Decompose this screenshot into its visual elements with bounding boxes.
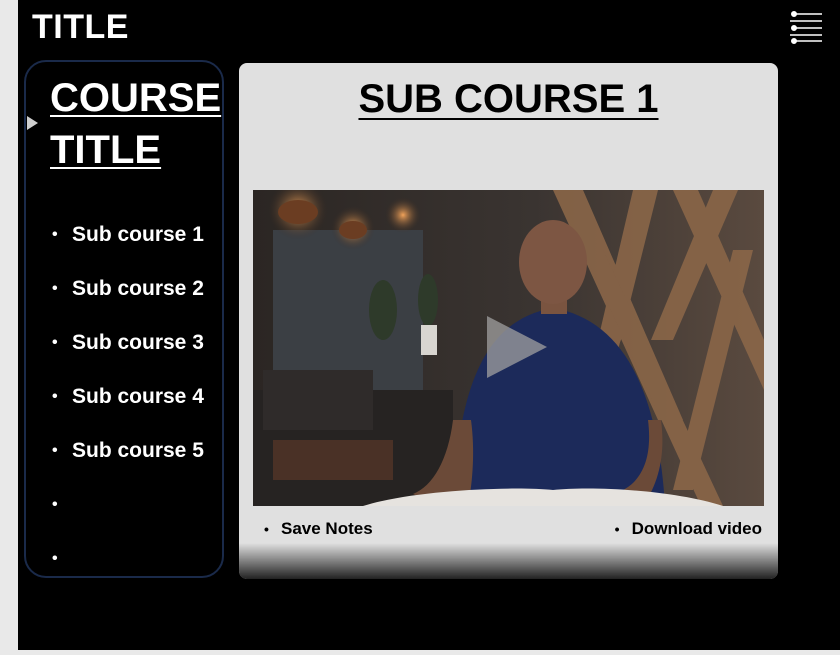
bullet-icon: • (52, 550, 58, 567)
course-title-line-2: TITLE (50, 128, 162, 172)
save-notes-link[interactable]: • Save Notes (264, 519, 373, 539)
bullet-icon: • (52, 226, 58, 243)
course-title: COURSE TITLE (50, 72, 221, 176)
triangle-right-icon[interactable] (27, 116, 38, 130)
sub-course-title: SUB COURSE 1 (239, 77, 778, 122)
sidebar-item-sub-course-4[interactable]: • Sub course 4 (52, 370, 204, 424)
download-video-link[interactable]: • Download video (615, 519, 762, 539)
app-window: TITLE COURSE TITLE • Sub course 1 • Sub co… (18, 0, 840, 650)
bullet-icon: • (52, 388, 58, 405)
sidebar-item-sub-course-3[interactable]: • Sub course 3 (52, 316, 204, 370)
sidebar-item-empty-7[interactable]: • (52, 532, 204, 586)
sidebar-item-sub-course-1[interactable]: • Sub course 1 (52, 208, 204, 262)
app-title: TITLE (32, 8, 129, 46)
sidebar-item-sub-course-2[interactable]: • Sub course 2 (52, 262, 204, 316)
sidebar-item-label: Sub course 2 (72, 277, 204, 300)
sidebar-item-empty-6[interactable]: • (52, 478, 204, 532)
sub-course-list: • Sub course 1 • Sub course 2 • Sub course … (52, 208, 204, 586)
sub-course-card: SUB COURSE 1 • Save Notes • Download vid… (239, 63, 778, 579)
sidebar-item-label: Sub course 1 (72, 223, 204, 246)
sidebar-item-label: Sub course 5 (72, 439, 204, 462)
menu-button[interactable] (788, 8, 826, 46)
bullet-icon: • (264, 521, 269, 537)
bullet-icon: • (52, 280, 58, 297)
play-icon[interactable] (487, 316, 547, 378)
sidebar-item-label: Sub course 4 (72, 385, 204, 408)
save-notes-label: Save Notes (281, 519, 373, 538)
menu-list-icon (790, 10, 822, 44)
sidebar-item-label: Sub course 3 (72, 331, 204, 354)
bullet-icon: • (52, 496, 58, 513)
course-title-line-1: COURSE (50, 76, 222, 120)
bullet-icon: • (52, 334, 58, 351)
sidebar-item-sub-course-5[interactable]: • Sub course 5 (52, 424, 204, 478)
bullet-icon: • (614, 521, 620, 537)
video-player[interactable] (253, 190, 764, 506)
bullet-icon: • (52, 442, 58, 459)
download-video-label: Download video (631, 519, 762, 538)
sub-course-title-text: SUB COURSE 1 (358, 77, 659, 121)
